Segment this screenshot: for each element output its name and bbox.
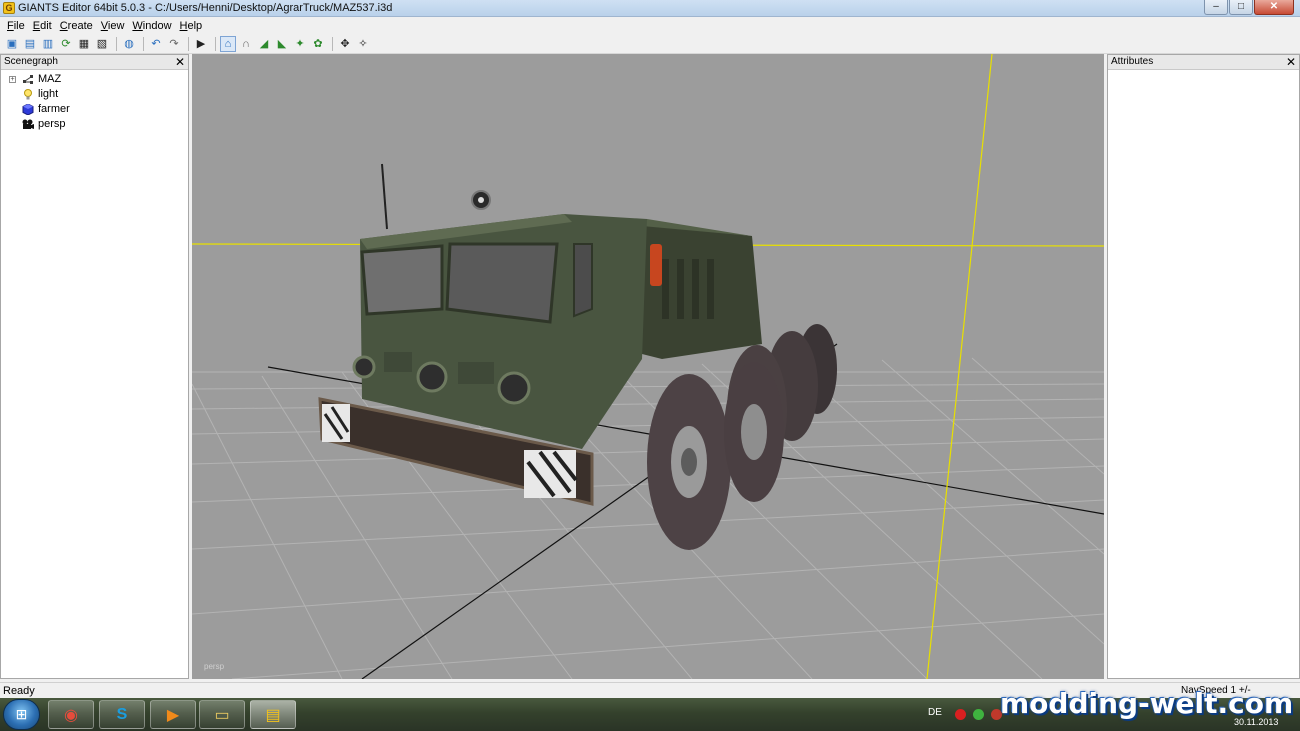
attributes-close-icon[interactable]: ✕ [1286,55,1296,69]
menu-help-mnemonic: H [179,19,188,32]
menu-edit[interactable]: Edit [29,20,56,32]
menu-help-label: elp [187,19,203,32]
tree-item-label: MAZ [38,73,62,85]
menu-file[interactable]: File [3,20,29,32]
toolbar-separator [116,36,117,51]
status-text: Ready [3,685,35,697]
viewport-scene [192,54,1104,679]
tree-item-light[interactable]: light [1,87,188,102]
start-button[interactable]: ⊞ [3,699,40,730]
tree-item-farmer[interactable]: farmer [1,102,188,117]
tree-item-label: persp [38,118,66,130]
snap-settings-icon[interactable]: ✧ [355,36,371,52]
tree-item-persp[interactable]: persp [1,117,188,132]
menu-help[interactable]: Help [176,20,207,32]
giants-editor-taskbar-icon[interactable]: ▤ [250,700,296,729]
scenegraph-title: Scenegraph [4,56,58,67]
move-tool-icon[interactable]: ∩ [238,36,254,52]
minimize-button[interactable]: – [1204,0,1228,15]
tray-antivirus-icon[interactable] [955,709,966,720]
scenegraph-panel: Scenegraph ✕ + MAZ light farmer persp [0,54,189,679]
menu-view-mnemonic: V [100,19,108,32]
tree-item-label: light [38,88,59,100]
camera-name-label: persp [204,662,225,671]
menu-file-mnemonic: F [7,19,14,32]
new-file-icon[interactable]: ▣ [4,36,20,52]
menu-edit-label: dit [40,19,52,32]
app-icon: G [3,2,15,14]
menu-window-label: indow [142,19,172,32]
maximize-button[interactable]: □ [1229,0,1253,15]
play-icon[interactable]: ▶ [193,36,209,52]
truck-model [318,163,837,550]
3d-viewport[interactable]: persp [192,54,1104,679]
close-button[interactable]: ✕ [1254,0,1294,15]
scenegraph-tree: + MAZ light farmer persp [1,70,188,132]
toolbar-separator [188,36,189,51]
attributes-title: Attributes [1111,56,1154,67]
camera-icon [22,119,34,129]
menu-create-mnemonic: C [59,19,68,32]
tray-network-icon[interactable] [973,709,984,720]
toolbar: ▣ ▤ ▥ ⟳ ▦ ▧ ◍ ↶ ↷ ▶ ⌂ ∩ ◢ ◣ ✦ ✿ ✥ ✧ [0,34,1300,54]
skype-taskbar-icon[interactable]: S [99,700,145,729]
tree-item-label: farmer [38,103,70,115]
menu-edit-mnemonic: E [32,19,41,32]
grass-icon[interactable]: ✿ [310,36,326,52]
menu-create[interactable]: Create [56,20,97,32]
script-icon[interactable]: ◍ [121,36,137,52]
menu-view[interactable]: View [97,20,129,32]
menu-bar: File Edit Create View Window Help [0,17,1300,34]
attributes-header: Attributes ✕ [1108,55,1299,70]
toolbar-separator [332,36,333,51]
language-indicator[interactable]: DE [928,707,942,718]
scenegraph-header: Scenegraph ✕ [1,55,188,70]
shape-cube-icon [22,104,34,115]
terrain-paint-icon[interactable]: ◣ [274,36,290,52]
save-all-icon[interactable]: ▧ [94,36,110,52]
redo-icon[interactable]: ↷ [166,36,182,52]
scenegraph-close-icon[interactable]: ✕ [175,55,185,69]
open-folder-icon[interactable]: ▤ [22,36,38,52]
menu-view-label: iew [107,19,125,32]
attributes-panel: Attributes ✕ [1107,54,1300,679]
foliage-icon[interactable]: ✦ [292,36,308,52]
snap-icon[interactable]: ✥ [337,36,353,52]
media-player-taskbar-icon[interactable]: ▶ [150,700,196,729]
import-icon[interactable]: ▥ [40,36,56,52]
title-bar: G GIANTS Editor 64bit 5.0.3 - C:/Users/H… [0,0,1300,17]
terrain-sculpt-icon[interactable]: ◢ [256,36,272,52]
menu-window[interactable]: Window [128,20,175,32]
menu-create-label: reate [67,19,93,32]
tree-expand-icon[interactable]: + [9,76,16,83]
transform-group-icon [23,75,33,84]
light-bulb-icon [24,89,32,100]
file-explorer-taskbar-icon[interactable]: ▭ [199,700,245,729]
menu-file-label: ile [13,19,25,32]
tree-item-maz[interactable]: + MAZ [1,72,188,87]
menu-window-mnemonic: W [132,19,143,32]
select-tool-icon[interactable]: ⌂ [220,35,236,52]
watermark-text: modding-welt.com [1000,687,1294,720]
toolbar-separator [215,36,216,51]
chrome-taskbar-icon[interactable]: ◉ [48,700,94,729]
undo-icon[interactable]: ↶ [148,36,164,52]
save-icon[interactable]: ▦ [76,36,92,52]
window-controls: – □ ✕ [1204,0,1294,15]
reload-icon[interactable]: ⟳ [58,36,74,52]
toolbar-separator [143,36,144,51]
window-title: GIANTS Editor 64bit 5.0.3 - C:/Users/Hen… [18,2,393,14]
